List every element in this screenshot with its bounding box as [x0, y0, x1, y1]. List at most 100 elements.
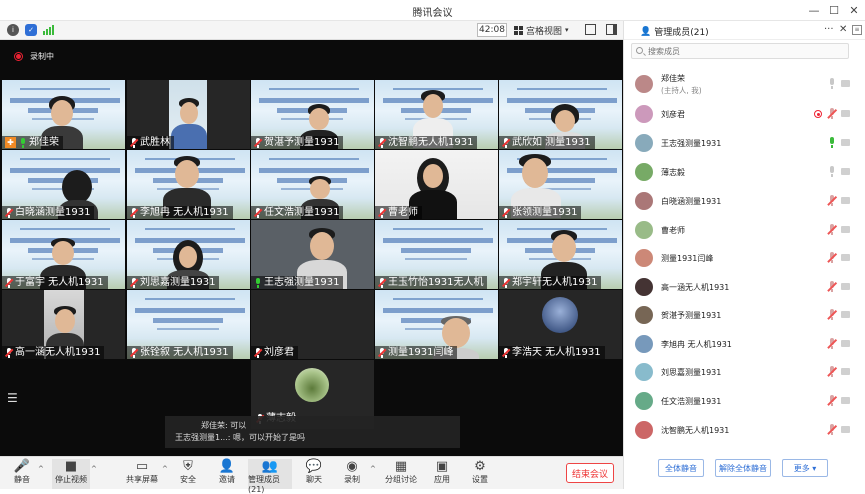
bottom-toolbar: 🎤 静音 ^ ■ 停止视频 ^ ▭ 共享屏幕 ^ ⛨ 安全 👤 邀请 👥 管理成…	[0, 456, 623, 494]
member-item[interactable]: 曹老师	[624, 216, 852, 244]
video-tile[interactable]: 张铨叙 无人机1931	[127, 290, 250, 359]
mic-muted-icon	[253, 137, 263, 148]
mic-muted-icon[interactable]	[827, 338, 837, 349]
video-tile[interactable]: 测量1931闫峰	[375, 290, 498, 359]
camera-icon[interactable]	[841, 226, 850, 233]
member-item[interactable]: 薄志毅	[624, 158, 852, 186]
mic-muted-icon	[129, 347, 139, 358]
video-tile[interactable]: ✚ 郑佳荣	[2, 80, 125, 149]
end-meeting-button[interactable]: 结束会议	[566, 463, 614, 483]
manage-members-button[interactable]: 👥 管理成员(21)	[248, 459, 292, 494]
member-item[interactable]: 贺湛予测量1931	[624, 301, 852, 329]
unmute-all-button[interactable]: 解除全体静音	[715, 459, 771, 477]
camera-icon[interactable]	[841, 368, 850, 375]
mic-muted-icon[interactable]	[827, 424, 837, 435]
mic-muted-icon[interactable]	[827, 195, 837, 206]
video-tile[interactable]: 于富宇 无人机1931	[2, 220, 125, 289]
chevron-up-icon[interactable]: ^	[370, 465, 376, 473]
camera-icon[interactable]	[841, 168, 850, 175]
close-icon[interactable]: ✕	[839, 24, 847, 35]
mic-muted-icon[interactable]	[827, 309, 837, 320]
settings-button[interactable]: ⚙ 设置	[468, 459, 492, 489]
member-item[interactable]: 白晓涵测量1931	[624, 187, 852, 215]
camera-icon[interactable]	[841, 426, 850, 433]
mic-muted-icon[interactable]	[827, 224, 837, 235]
shield-icon[interactable]: ✓	[25, 24, 37, 36]
video-tile[interactable]: 沈智鹏无人机1931	[375, 80, 498, 149]
mute-button[interactable]: 🎤 静音	[8, 459, 36, 489]
member-item[interactable]: 李旭冉 无人机1931	[624, 330, 852, 358]
member-item[interactable]: 测量1931闫峰	[624, 244, 852, 272]
mic-icon	[19, 137, 27, 148]
member-item[interactable]: 郑佳荣 (主持人, 我)	[624, 70, 852, 98]
video-tile[interactable]: 李旭冉 无人机1931	[127, 150, 250, 219]
video-tile[interactable]: 曹老师	[375, 150, 498, 219]
member-search[interactable]	[631, 43, 849, 59]
view-mode-button[interactable]: 宫格视图 ▾	[514, 23, 569, 37]
video-tile[interactable]: 白晓涵测量1931	[2, 150, 125, 219]
security-button[interactable]: ⛨ 安全	[176, 459, 200, 489]
video-tile[interactable]: 李浩天 无人机1931	[499, 290, 622, 359]
breakout-rooms-button[interactable]: ▦ 分组讨论	[385, 459, 417, 489]
invite-button[interactable]: 👤 邀请	[214, 459, 240, 489]
camera-icon[interactable]	[841, 80, 850, 87]
camera-icon[interactable]	[841, 311, 850, 318]
video-tile[interactable]: 任文浩测量1931	[251, 150, 374, 219]
member-item[interactable]: 王志强测量1931	[624, 129, 852, 157]
video-tile[interactable]: 高一涵无人机1931	[2, 290, 125, 359]
member-item[interactable]: 任文浩测量1931	[624, 387, 852, 415]
signal-icon[interactable]	[43, 25, 54, 35]
video-tile[interactable]: 武欣如 测量1931	[499, 80, 622, 149]
participant-name: 沈智鹏无人机1931	[388, 137, 474, 148]
chevron-up-icon[interactable]: ^	[38, 465, 44, 473]
video-tile[interactable]: 郑宇轩无人机1931	[499, 220, 622, 289]
camera-icon[interactable]	[841, 283, 850, 290]
list-icon[interactable]: ☰	[7, 391, 18, 405]
camera-icon[interactable]	[841, 340, 850, 347]
camera-icon[interactable]	[841, 197, 850, 204]
sidebar-toggle-icon[interactable]	[606, 24, 617, 35]
camera-icon[interactable]	[841, 254, 850, 261]
video-tile[interactable]: 王玉竹怡1931无人机	[375, 220, 498, 289]
mic-muted-icon[interactable]	[827, 395, 837, 406]
video-tile[interactable]: 王志强测量1931	[251, 220, 374, 289]
close-icon[interactable]: ✕	[846, 2, 862, 18]
minimize-icon[interactable]: —	[806, 2, 822, 18]
mic-muted-icon[interactable]	[827, 281, 837, 292]
mute-all-button[interactable]: 全体静音	[658, 459, 704, 477]
video-tile[interactable]: 贺湛予测量1931	[251, 80, 374, 149]
chevron-up-icon[interactable]: ^	[162, 465, 168, 473]
maximize-icon[interactable]: ☐	[826, 2, 842, 18]
camera-icon[interactable]	[841, 110, 850, 117]
mic-active-icon[interactable]	[828, 137, 836, 148]
mic-muted-icon[interactable]	[827, 366, 837, 377]
info-icon[interactable]: i	[7, 24, 19, 36]
fullscreen-icon[interactable]	[585, 24, 596, 35]
chat-button[interactable]: 💬 聊天	[302, 459, 326, 489]
mic-icon[interactable]	[828, 78, 836, 89]
member-item[interactable]: 刘思嘉测量1931	[624, 358, 852, 386]
mic-icon[interactable]	[828, 166, 836, 177]
video-tile[interactable]: 张领测量1931	[499, 150, 622, 219]
member-search-input[interactable]	[648, 45, 844, 57]
member-item[interactable]: 刘彦君	[624, 100, 852, 128]
record-button[interactable]: ◉ 录制	[340, 459, 364, 489]
more-button[interactable]: 更多 ▾	[782, 459, 828, 477]
camera-icon[interactable]	[841, 139, 850, 146]
apps-button[interactable]: ▣ 应用	[430, 459, 454, 489]
share-screen-button[interactable]: ▭ 共享屏幕	[124, 459, 160, 489]
member-item[interactable]: 高一涵无人机1931	[624, 273, 852, 301]
mic-muted-icon[interactable]	[827, 252, 837, 263]
mic-muted-icon[interactable]	[827, 108, 837, 119]
video-tile[interactable]: 武胜林	[127, 80, 250, 149]
stop-video-button[interactable]: ■ 停止视频	[52, 459, 90, 489]
more-options-icon[interactable]: ···	[824, 24, 834, 35]
video-tile[interactable]: 刘思嘉测量1931	[127, 220, 250, 289]
camera-icon[interactable]	[841, 397, 850, 404]
member-item[interactable]: 沈智鹏无人机1931	[624, 416, 852, 444]
panel-menu-icon[interactable]: ≡	[852, 25, 862, 35]
chevron-up-icon[interactable]: ^	[91, 465, 97, 473]
participant-name-bar: 李旭冉 无人机1931	[127, 206, 233, 219]
participant-name-bar: 武胜林	[127, 136, 174, 149]
video-tile[interactable]: 刘彦君	[251, 290, 374, 359]
